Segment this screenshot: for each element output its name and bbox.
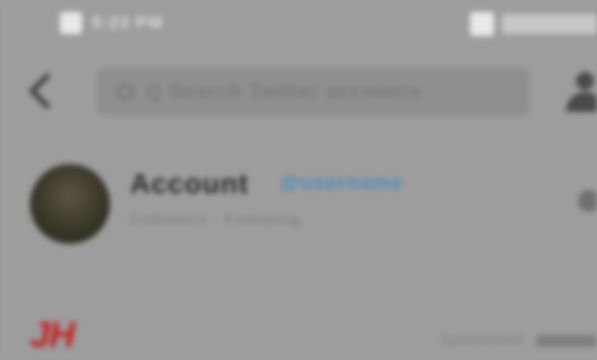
- account-name: Account: [130, 168, 249, 199]
- brand-logo: JH: [30, 314, 75, 355]
- battery-icon: [502, 14, 597, 34]
- account-result[interactable]: Account @username Followers · Following: [0, 150, 597, 250]
- search-input[interactable]: Q Search Twitter accounts: [96, 68, 530, 116]
- account-subtitle: Followers · Following: [130, 212, 302, 229]
- status-bar: 5:23 PM: [0, 0, 597, 50]
- feed-item[interactable]: JH Sponsored: [0, 300, 597, 360]
- feed-meta: Sponsored: [440, 332, 597, 350]
- search-query: Q Search Twitter accounts: [146, 80, 422, 103]
- avatar[interactable]: [30, 164, 110, 244]
- feed-meta-text: Sponsored: [440, 332, 524, 349]
- app-icon: [60, 12, 82, 34]
- status-time: 5:23 PM: [92, 13, 164, 32]
- profile-icon[interactable]: [566, 72, 597, 112]
- back-arrow-icon[interactable]: [28, 72, 66, 110]
- status-left: 5:23 PM: [60, 12, 163, 34]
- app-screen: 5:23 PM Q Search Twitter accounts Accoun…: [0, 0, 597, 360]
- wifi-icon: [470, 12, 494, 36]
- search-icon: [116, 83, 134, 101]
- status-right: [470, 12, 597, 36]
- feed-meta-bar: [536, 334, 597, 347]
- account-handle[interactable]: @username: [280, 172, 403, 195]
- more-options-icon[interactable]: [578, 190, 597, 212]
- search-header: Q Search Twitter accounts: [0, 62, 597, 122]
